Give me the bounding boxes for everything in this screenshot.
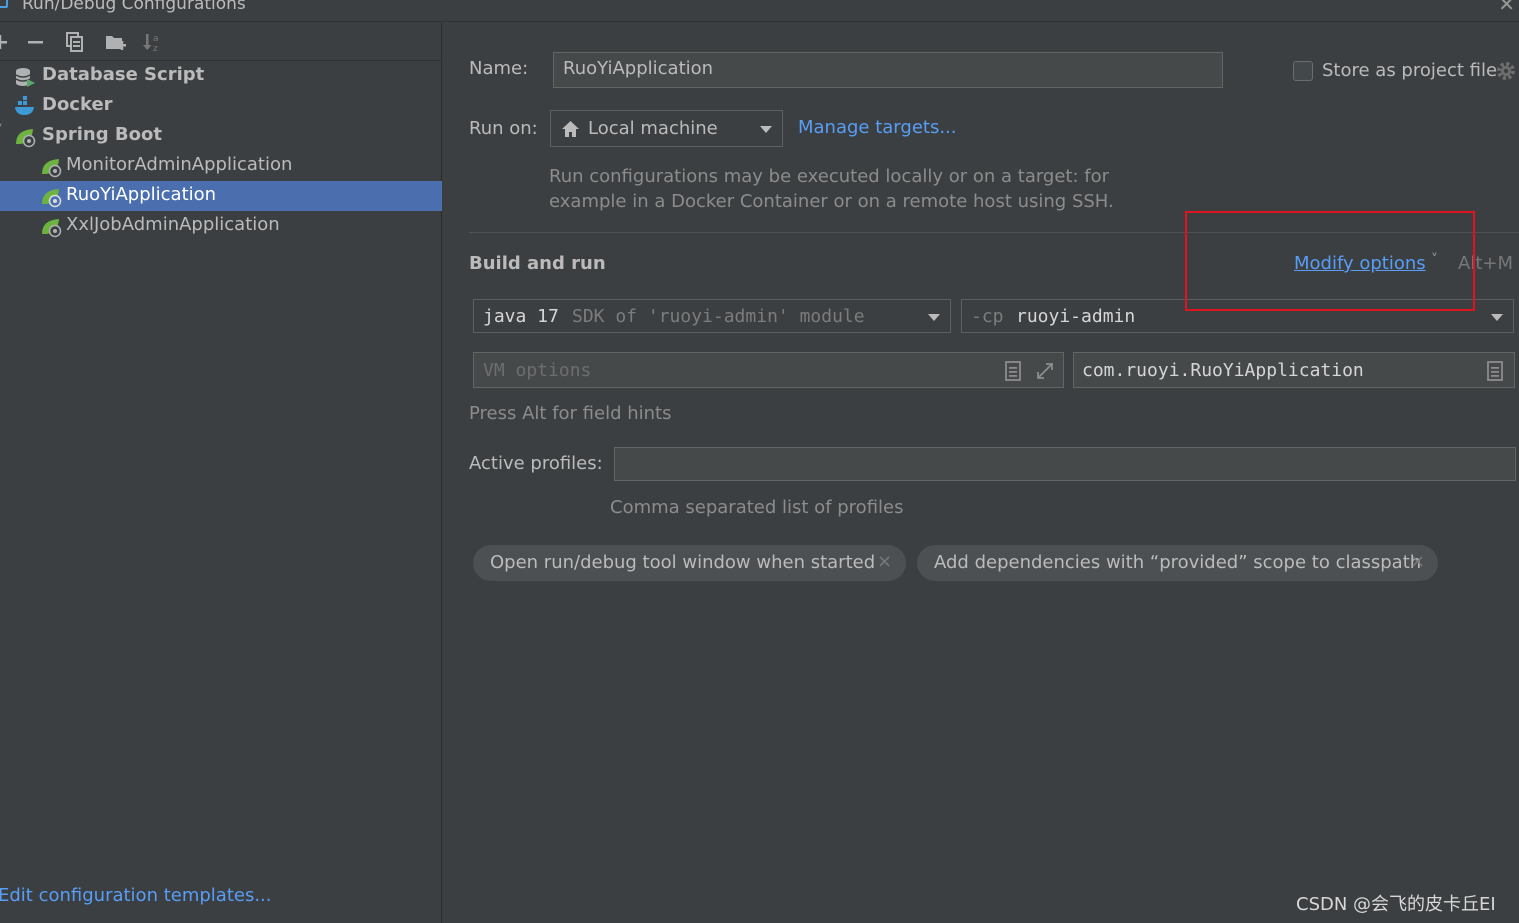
vm-options-input[interactable]: VM options <box>473 352 1064 388</box>
browse-class-icon[interactable] <box>1486 361 1504 381</box>
tree-item-label: Docker <box>42 94 113 115</box>
gear-icon[interactable] <box>1495 60 1517 82</box>
expand-text-icon[interactable] <box>1004 361 1022 381</box>
tree-item-ruoyi-application[interactable]: RuoYiApplication <box>0 181 442 211</box>
add-icon[interactable] <box>0 31 12 53</box>
tree-item-monitor-admin[interactable]: MonitorAdminApplication <box>0 151 442 181</box>
classpath-value: ruoyi-admin <box>1016 306 1136 327</box>
store-as-project-file-checkbox[interactable] <box>1293 61 1313 81</box>
spring-app-icon <box>42 189 62 208</box>
spring-app-icon <box>42 219 62 238</box>
run-on-dropdown[interactable]: Local machine <box>550 110 783 147</box>
name-field[interactable]: RuoYiApplication <box>553 52 1223 88</box>
tree-item-label: Database Script <box>42 64 205 85</box>
chevron-down-icon <box>760 126 772 133</box>
configurations-toolbar: az <box>0 23 442 61</box>
field-hints-text: Press Alt for field hints <box>469 403 672 424</box>
close-icon[interactable]: × <box>877 551 892 572</box>
tree-item-label: RuoYiApplication <box>66 184 217 205</box>
run-on-hint-line1: Run configurations may be executed local… <box>549 166 1110 187</box>
manage-targets-link[interactable]: Manage targets... <box>798 117 957 138</box>
configuration-editor: Name: RuoYiApplication Store as project … <box>443 23 1519 923</box>
docker-icon <box>15 96 34 115</box>
spring-boot-icon <box>16 129 36 148</box>
svg-text:a: a <box>153 34 159 44</box>
app-icon <box>0 0 8 8</box>
svg-text:z: z <box>153 44 158 53</box>
name-label: Name: <box>469 58 529 79</box>
name-field-value: RuoYiApplication <box>563 58 714 79</box>
maximize-icon[interactable] <box>1035 361 1055 381</box>
close-icon[interactable]: × <box>1410 551 1425 572</box>
jdk-dropdown[interactable]: java 17 SDK of 'ruoyi-admin' module <box>473 299 951 333</box>
run-on-hint-line2: example in a Docker Container or on a re… <box>549 191 1114 212</box>
jdk-value: java 17 <box>483 306 559 327</box>
tree-item-label: XxlJobAdminApplication <box>66 214 280 235</box>
main-class-value: com.ruoyi.RuoYiApplication <box>1082 360 1364 381</box>
option-chip[interactable]: Open run/debug tool window when started … <box>473 545 906 581</box>
tree-item-label: Spring Boot <box>42 124 162 145</box>
classpath-prefix: -cp <box>971 306 1004 327</box>
title-bar: Run/Debug Configurations ✕ <box>0 0 1519 22</box>
option-chip-label: Open run/debug tool window when started <box>490 552 876 573</box>
tree-item-database-script[interactable]: Database Script <box>0 61 442 91</box>
tree-item-docker[interactable]: Docker <box>0 91 442 121</box>
remove-icon[interactable] <box>25 31 47 53</box>
configurations-panel: az Database Script Docker ˅ Spring Boot … <box>0 23 442 923</box>
active-profiles-input[interactable] <box>614 447 1516 481</box>
highlight-box <box>1185 211 1475 311</box>
edit-templates-link[interactable]: Edit configuration templates... <box>0 885 272 906</box>
vm-options-placeholder: VM options <box>483 360 592 381</box>
run-on-value: Local machine <box>588 118 718 139</box>
sort-icon[interactable]: az <box>142 31 164 53</box>
new-folder-icon[interactable] <box>104 31 126 53</box>
chevron-down-icon <box>928 314 940 321</box>
watermark: CSDN @会飞的皮卡丘EI <box>1296 894 1496 915</box>
run-on-label: Run on: <box>469 118 538 139</box>
jdk-hint: SDK of 'ruoyi-admin' module <box>572 306 865 327</box>
build-and-run-heading: Build and run <box>469 253 606 274</box>
window-title: Run/Debug Configurations <box>22 0 246 14</box>
option-chip[interactable]: Add dependencies with “provided” scope t… <box>917 545 1438 581</box>
main-class-input[interactable]: com.ruoyi.RuoYiApplication <box>1073 352 1515 388</box>
tree-item-xxljob-admin[interactable]: XxlJobAdminApplication <box>0 211 442 241</box>
tree-item-label: MonitorAdminApplication <box>66 154 293 175</box>
home-icon <box>562 121 579 137</box>
expand-chevron-icon[interactable]: ˅ <box>0 123 3 139</box>
active-profiles-label: Active profiles: <box>469 453 603 474</box>
spring-app-icon <box>42 159 62 178</box>
profiles-hint: Comma separated list of profiles <box>610 497 904 518</box>
database-script-icon <box>15 68 35 87</box>
close-icon[interactable]: ✕ <box>1498 0 1515 16</box>
tree-item-spring-boot[interactable]: ˅ Spring Boot <box>0 121 442 151</box>
option-chip-label: Add dependencies with “provided” scope t… <box>934 552 1422 573</box>
store-as-project-file-label[interactable]: Store as project file <box>1322 60 1497 81</box>
chevron-down-icon <box>1491 314 1503 321</box>
copy-icon[interactable] <box>64 31 86 53</box>
